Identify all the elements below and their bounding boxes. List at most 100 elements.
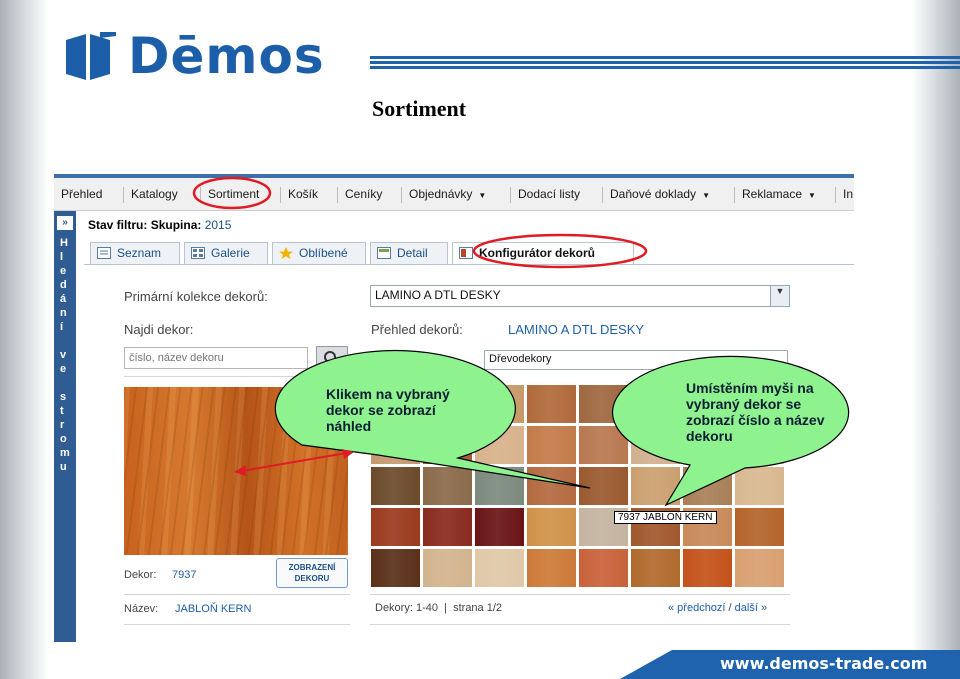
callout-line: dekoru [686,428,733,444]
decor-swatch[interactable] [474,425,525,465]
collection-select[interactable]: Dřevodekory [484,350,788,370]
sidebar-letter: o [60,433,67,445]
decor-swatch[interactable] [474,466,525,506]
left-callout-text: Klikem na vybraný dekor se zobrazí náhled [326,386,450,434]
decor-search-input[interactable] [124,347,308,369]
decor-swatch[interactable] [370,466,421,506]
nav-item-label: Košík [288,187,319,201]
decor-swatch[interactable] [734,548,785,588]
decor-swatch[interactable] [578,425,629,465]
decor-overview-label: Přehled dekorů: [371,322,463,337]
decor-swatch[interactable] [578,384,629,424]
footer: www.demos-trade.com [0,650,960,679]
decor-swatch[interactable] [526,384,577,424]
left-gradient-edge [0,0,48,679]
nav-item-5[interactable]: Objednávky ▼ [409,187,486,201]
tab-galerie-label: Galerie [211,246,250,260]
sidebar-letter: s [60,391,67,403]
pager-page-value: 1/2 [486,602,503,614]
decor-swatch[interactable] [370,507,421,547]
decor-name-label: Název: [124,603,159,615]
primary-collection-value: LAMINO A DTL DESKY [375,288,501,302]
caret-down-icon: ▼ [808,191,816,200]
decor-swatch[interactable] [422,466,473,506]
nav-separator [510,187,511,203]
show-decor-button[interactable]: ZOBRAZENÍ DEKORU [276,558,348,588]
nav-item-1[interactable]: Katalogy [131,187,178,201]
pager-count: Dekory: 1-40 | strana 1/2 [375,602,503,614]
decor-swatch[interactable] [474,384,525,424]
decor-swatch[interactable] [474,548,525,588]
decor-swatch[interactable] [526,425,577,465]
decor-swatch[interactable] [630,466,681,506]
decor-swatch[interactable] [682,548,733,588]
view-tabs: Seznam Galerie Oblíbené Detail Konfigurá… [84,238,854,264]
decor-swatch[interactable] [630,384,681,424]
sidebar-letter: v [60,349,67,361]
decor-number-value: 7937 [172,569,197,581]
decor-swatch[interactable] [474,507,525,547]
nav-item-3[interactable]: Košík [288,187,318,201]
main-navbar: Přehled Katalogy Sortiment Košík Ceníky Objed… [54,174,854,211]
filter-label: Stav filtru: [88,218,148,232]
prev-page-link[interactable]: « předchozí [668,602,725,614]
tab-seznam-label: Seznam [117,246,162,260]
nav-item-2[interactable]: Sortiment [208,187,259,201]
sidebar-letter: t [60,405,64,417]
tab-underline [84,264,854,265]
divider [370,594,790,595]
nav-item-6[interactable]: Dodací listy [518,187,580,201]
tab-galerie[interactable]: Galerie [184,242,268,264]
brand-logo-text: Dēmos [128,27,325,85]
next-page-link[interactable]: další » [735,602,767,614]
nav-item-9[interactable]: In [843,187,853,201]
sidebar-letter: d [60,279,67,291]
nav-separator [280,187,281,203]
tab-detail[interactable]: Detail [370,242,448,264]
nav-item-label: Sortiment [208,187,260,201]
decor-swatch[interactable] [734,507,785,547]
search-icon [324,351,340,367]
decor-swatch[interactable] [682,466,733,506]
nav-item-4[interactable]: Ceníky [345,187,382,201]
decor-swatch[interactable] [370,548,421,588]
decor-swatch[interactable] [422,548,473,588]
primary-collection-select[interactable]: LAMINO A DTL DESKY ▼ [370,285,790,307]
primary-collection-label: Primární kolekce dekorů: [124,289,268,304]
nav-separator [835,187,836,203]
nav-separator [123,187,124,203]
decor-swatch[interactable] [526,466,577,506]
tab-konfigurator-dekoru[interactable]: Konfigurátor dekorů [452,242,634,264]
footer-wedge [620,650,672,679]
decor-swatch[interactable] [630,548,681,588]
decor-swatch[interactable] [578,466,629,506]
chevron-down-icon: ▼ [770,286,789,306]
decor-name-value: JABLOŇ KERN [175,603,252,615]
nav-separator [200,187,201,203]
decor-swatch[interactable] [578,548,629,588]
sidebar-letter: e [60,363,67,375]
tab-oblibene[interactable]: Oblíbené [272,242,366,264]
expand-sidebar-icon[interactable]: » [57,216,73,230]
nav-item-7[interactable]: Daňové doklady ▼ [610,187,710,201]
tab-seznam[interactable]: Seznam [90,242,180,264]
decor-swatch[interactable] [734,466,785,506]
search-button[interactable] [316,346,348,370]
nav-item-8[interactable]: Reklamace ▼ [742,187,816,201]
decor-swatch[interactable] [526,548,577,588]
decor-swatch[interactable] [630,425,681,465]
show-decor-button-line2: DEKORU [294,574,330,583]
nav-item-0[interactable]: Přehled [61,187,102,201]
decor-swatch[interactable] [526,507,577,547]
collection-label: Vyber kolekci: [371,353,446,367]
nav-item-label: In [843,187,854,201]
collection-value: Dřevodekory [489,353,552,365]
star-icon [279,247,293,259]
tree-search-sidebar[interactable]: » Hledánívestromu [54,211,76,642]
decor-tooltip: 7937 JABLOŇ KERN [614,511,717,524]
decor-swatch[interactable] [422,507,473,547]
caret-down-icon: ▼ [702,191,710,200]
divider [124,624,350,625]
nav-item-label: Přehled [61,187,103,201]
right-gradient-edge [912,0,960,679]
